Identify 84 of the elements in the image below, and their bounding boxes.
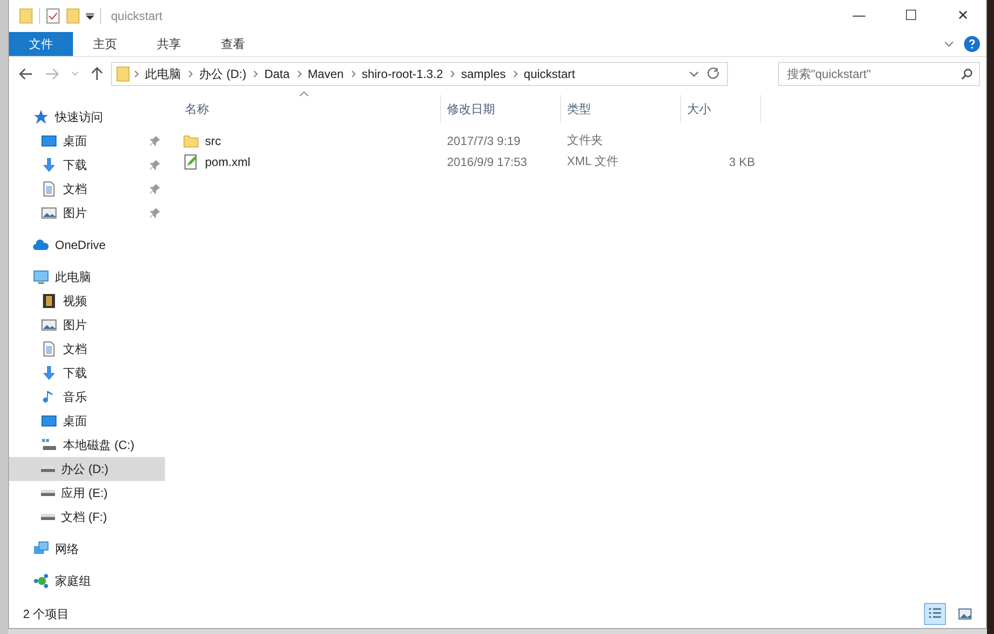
type-cell-text: XML 文件	[566, 153, 620, 170]
breadcrumb[interactable]: Maven	[304, 63, 347, 85]
homegroup-icon	[33, 573, 49, 589]
monitor-icon	[33, 269, 49, 285]
nav-item[interactable]: 家庭组	[9, 569, 165, 593]
column-header[interactable]: 类型	[561, 95, 681, 123]
search-icon	[961, 68, 973, 80]
ribbon-tab[interactable]: 查看	[201, 32, 265, 56]
details-list-icon	[928, 607, 942, 621]
nav-item[interactable]: 桌面	[9, 409, 165, 433]
desktop-icon	[41, 413, 57, 429]
nav-item[interactable]: 文档	[9, 337, 165, 361]
nav-item[interactable]: 下载	[9, 153, 165, 177]
star-icon	[33, 109, 49, 125]
window-title: quickstart	[111, 9, 164, 23]
drive-icon	[41, 437, 57, 453]
nav-item[interactable]: OneDrive	[9, 233, 165, 257]
file-name-cell[interactable]: pom.xml	[177, 154, 441, 170]
pin-icon	[149, 183, 161, 195]
file-menu-button[interactable]: 文件	[9, 32, 73, 56]
window-control-button[interactable]: ☐	[888, 1, 934, 31]
cloud-icon	[33, 237, 49, 253]
size-cell-text: 3 KB	[728, 154, 756, 168]
pin-icon	[149, 135, 161, 147]
column-header[interactable]: 大小	[681, 95, 761, 123]
drive-icon	[41, 490, 55, 496]
nav-item[interactable]: 此电脑	[9, 265, 165, 289]
window-control-button[interactable]: —	[836, 1, 882, 31]
nav-item[interactable]: 视频	[9, 289, 165, 313]
date-cell-text: 2017/7/3 9:19	[446, 134, 522, 148]
nav-item[interactable]: 图片	[9, 201, 165, 225]
picture-icon	[958, 608, 972, 620]
nav-item[interactable]: 音乐	[9, 385, 165, 409]
nav-item[interactable]: 图片	[9, 313, 165, 337]
nav-item[interactable]: 应用 (E:)	[9, 481, 165, 505]
ribbon-tab[interactable]: 共享	[137, 32, 201, 56]
nav-item[interactable]: 下载	[9, 361, 165, 385]
breadcrumb[interactable]: shiro-root-1.3.2	[358, 63, 446, 85]
folder-icon	[183, 132, 199, 148]
chevron-down-icon[interactable]	[944, 41, 954, 47]
item-count: 2 个项目	[23, 606, 70, 622]
search-field[interactable]: 搜索"quickstart"	[778, 62, 980, 86]
refresh-icon[interactable]	[707, 67, 721, 81]
picture-icon	[41, 205, 57, 221]
type-cell-text: 文件夹	[566, 132, 604, 149]
picture-icon	[41, 317, 57, 333]
sort-caret-icon	[299, 91, 309, 97]
dropdown-icon[interactable]	[86, 12, 94, 20]
details-view-button[interactable]	[924, 603, 946, 625]
ribbon-tab[interactable]: 主页	[73, 32, 137, 56]
nav-item[interactable]: 文档 (F:)	[9, 505, 165, 529]
folder-icon	[116, 66, 130, 82]
breadcrumb[interactable]: samples	[458, 63, 509, 85]
pin-icon	[149, 207, 161, 219]
address-bar[interactable]: 此电脑 办公 (D:) Data Maven shiro-root-1.3.2 samples quickstart	[111, 62, 728, 86]
nav-item[interactable]: 桌面	[9, 129, 165, 153]
nav-item[interactable]: 快速访问	[9, 105, 165, 129]
download-arrow-icon	[41, 157, 57, 173]
column-header[interactable]: 修改日期	[441, 95, 561, 123]
document-pencil-icon	[183, 154, 199, 170]
desktop-icon	[41, 133, 57, 149]
breadcrumb[interactable]: quickstart	[520, 63, 578, 85]
breadcrumb[interactable]: 此电脑	[142, 63, 184, 85]
date-cell-text: 2016/9/9 17:53	[446, 154, 528, 168]
chevron-down-icon[interactable]	[689, 71, 699, 77]
drive-icon	[41, 514, 55, 520]
drive-icon	[41, 466, 55, 472]
document-icon	[41, 341, 57, 357]
download-arrow-icon	[41, 365, 57, 381]
film-icon	[41, 293, 57, 309]
nav-item[interactable]: 本地磁盘 (C:)	[9, 433, 165, 457]
nav-item[interactable]: 文档	[9, 177, 165, 201]
window-control-button[interactable]: ✕	[940, 1, 986, 31]
help-icon[interactable]	[964, 36, 980, 52]
nav-item[interactable]: 网络	[9, 537, 165, 561]
properties-icon[interactable]	[46, 8, 60, 24]
document-icon	[41, 181, 57, 197]
breadcrumb[interactable]: Data	[261, 63, 293, 85]
column-header[interactable]: 名称	[177, 95, 441, 123]
nav-item[interactable]: 办公 (D:)	[9, 457, 165, 481]
file-name-cell[interactable]: src	[177, 132, 441, 148]
network-icon	[33, 541, 49, 557]
pin-icon	[149, 159, 161, 171]
breadcrumb[interactable]: 办公 (D:)	[196, 63, 250, 85]
